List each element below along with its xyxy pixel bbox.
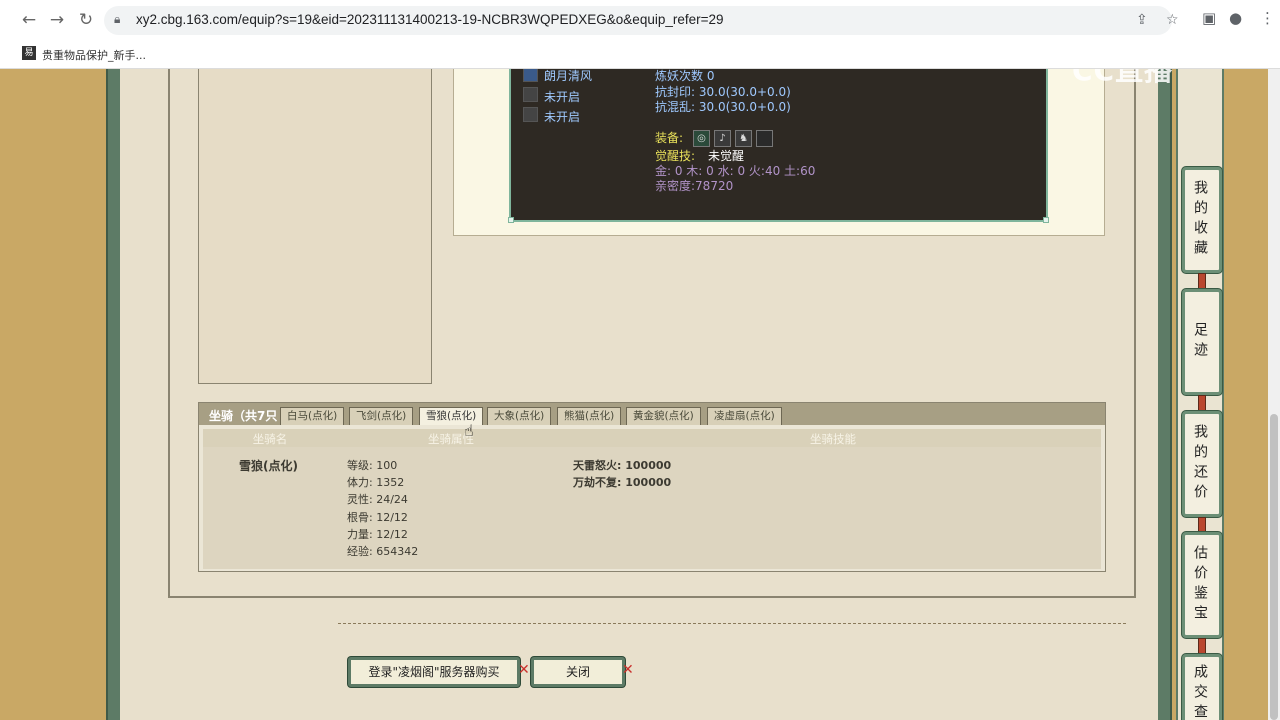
tab-mount-2[interactable]: 飞剑(点化) <box>349 407 414 425</box>
hand-cursor-icon: ☝ <box>464 421 474 440</box>
scrollbar-thumb[interactable] <box>1270 414 1278 720</box>
close-x-icon: ✕ <box>518 662 530 678</box>
address-bar[interactable]: 🔒︎ xy2.cbg.163.com/equip?s=19&eid=202311… <box>104 6 1179 35</box>
left-info-panel <box>198 69 432 384</box>
right-sidebar: 我的收藏 足迹 我的还价 估价鉴宝 成交查 <box>1172 69 1280 720</box>
star-icon[interactable]: ☆ <box>1166 12 1179 28</box>
equip-slot-4-icon[interactable] <box>756 130 773 147</box>
bookmark-favicon-icon: 易 <box>22 46 36 60</box>
bookmarks-bar: 易 贵重物品保护_新手... <box>0 40 1280 68</box>
url-text[interactable]: xy2.cbg.163.com/equip?s=19&eid=202311131… <box>136 12 724 27</box>
address-row: ← → ↻ 🔒︎ xy2.cbg.163.com/equip?s=19&eid=… <box>0 0 1280 40</box>
inner-panel: 朗月清风 未开启 未开启 炼妖次数 0 抗封印: 30.0(30.0+0.0) … <box>120 69 1158 720</box>
lock-icon: 🔒︎ <box>114 12 121 26</box>
tab-mount-4[interactable]: 大象(点化) <box>487 407 552 425</box>
page-scrollbar[interactable] <box>1268 69 1280 720</box>
mount-skill-2: 万劫不复: 100000 <box>573 476 672 489</box>
sidebar-favorites[interactable]: 我的收藏 <box>1182 167 1222 273</box>
pet-qinmi: 亲密度:78720 <box>655 179 734 193</box>
sidebar-bargains[interactable]: 我的还价 <box>1182 411 1222 517</box>
mount-section: 坐骑（共7只 白马(点化) 飞剑(点化) 雪狼(点化) 大象(点化) 熊猫(点化… <box>198 402 1106 572</box>
sidebar-history[interactable]: 足迹 <box>1182 289 1222 395</box>
header-name: 坐骑名 <box>252 432 288 446</box>
tab-mount-7[interactable]: 凌虚扇(点化) <box>707 407 782 425</box>
mount-attr-gengu: 根骨: 12/12 <box>347 511 408 524</box>
mount-skill-1: 天雷怒火: 100000 <box>573 459 672 472</box>
stream-watermark: CC直播 <box>1072 69 1174 87</box>
pet-skill-3: 未开启 <box>544 110 581 124</box>
sidebar-joint <box>1198 273 1206 289</box>
header-skills: 坐骑技能 <box>810 432 856 446</box>
close-x-icon: ✕ <box>622 662 634 678</box>
mount-tab-bar: 坐骑（共7只 白马(点化) 飞剑(点化) 雪狼(点化) 大象(点化) 熊猫(点化… <box>199 403 1105 425</box>
mount-attr-tili: 体力: 1352 <box>347 476 405 489</box>
forward-icon[interactable]: → <box>46 9 68 31</box>
equip-slot-1-icon[interactable]: ◎ <box>693 130 710 147</box>
skill-moon-icon <box>523 69 538 82</box>
browser-chrome: ← → ↻ 🔒︎ xy2.cbg.163.com/equip?s=19&eid=… <box>0 0 1280 69</box>
divider <box>338 623 1126 624</box>
corner-deco <box>1043 217 1049 223</box>
pet-detail-frame: 朗月清风 未开启 未开启 炼妖次数 0 抗封印: 30.0(30.0+0.0) … <box>453 69 1105 236</box>
tab-mount-5[interactable]: 熊猫(点化) <box>557 407 622 425</box>
skill-locked-icon <box>523 87 538 102</box>
right-sidebar-column: 我的收藏 足迹 我的还价 估价鉴宝 成交查 <box>1176 69 1224 720</box>
buy-button[interactable]: 登录"凌烟阁"服务器购买 <box>348 657 520 687</box>
close-button[interactable]: 关闭 <box>531 657 625 687</box>
tab-mount-1[interactable]: 白马(点化) <box>280 407 345 425</box>
mount-table-row: 雪狼(点化) 等级: 100 体力: 1352 灵性: 24/24 根骨: 12… <box>203 447 1101 569</box>
mount-table-header: 坐骑名 坐骑属性 坐骑技能 <box>203 429 1101 447</box>
reload-icon[interactable]: ↻ <box>75 9 97 31</box>
pet-equip-label: 装备: <box>655 131 684 145</box>
mount-title: 坐骑（共7只 <box>209 409 278 423</box>
pet-skill-1: 朗月清风 <box>544 69 593 83</box>
profile-icon[interactable]: ● <box>1229 9 1242 27</box>
pet-kanghunluan: 抗混乱: 30.0(30.0+0.0) <box>655 100 791 114</box>
mount-attr-liliang: 力量: 12/12 <box>347 528 408 541</box>
header-attrs: 坐骑属性 <box>428 432 474 446</box>
tab-mount-6[interactable]: 黄金貌(点化) <box>626 407 701 425</box>
bookmark-item[interactable]: 贵重物品保护_新手... <box>42 47 146 63</box>
mount-attr-exp: 经验: 654342 <box>347 545 419 558</box>
sidebar-joint <box>1198 517 1206 533</box>
sidepanel-icon[interactable]: ▣ <box>1202 9 1216 27</box>
mount-attr-level: 等级: 100 <box>347 459 398 472</box>
equip-slot-3-icon[interactable]: ♞ <box>735 130 752 147</box>
pet-skill-2: 未开启 <box>544 90 581 104</box>
pet-lianyao: 炼妖次数 0 <box>655 69 715 83</box>
menu-icon[interactable]: ⋮ <box>1260 9 1275 27</box>
page-viewport: 朗月清风 未开启 未开启 炼妖次数 0 抗封印: 30.0(30.0+0.0) … <box>0 69 1280 720</box>
sidebar-deals[interactable]: 成交查 <box>1182 654 1222 720</box>
mount-name: 雪狼(点化) <box>239 459 298 473</box>
sidebar-appraisal[interactable]: 估价鉴宝 <box>1182 532 1222 638</box>
sidebar-joint <box>1198 395 1206 411</box>
mount-attr-lingxing: 灵性: 24/24 <box>347 493 408 506</box>
sidebar-joint <box>1198 638 1206 654</box>
equip-content: 朗月清风 未开启 未开启 炼妖次数 0 抗封印: 30.0(30.0+0.0) … <box>168 69 1136 598</box>
equip-slot-2-icon[interactable]: ♪ <box>714 130 731 147</box>
pet-detail-box: 朗月清风 未开启 未开启 炼妖次数 0 抗封印: 30.0(30.0+0.0) … <box>508 69 1049 223</box>
corner-deco <box>508 217 514 223</box>
back-icon[interactable]: ← <box>18 9 40 31</box>
skill-locked-icon <box>523 107 538 122</box>
main-frame: 朗月清风 未开启 未开启 炼妖次数 0 抗封印: 30.0(30.0+0.0) … <box>106 69 1172 720</box>
share-icon[interactable]: ⇪ <box>1136 12 1148 28</box>
